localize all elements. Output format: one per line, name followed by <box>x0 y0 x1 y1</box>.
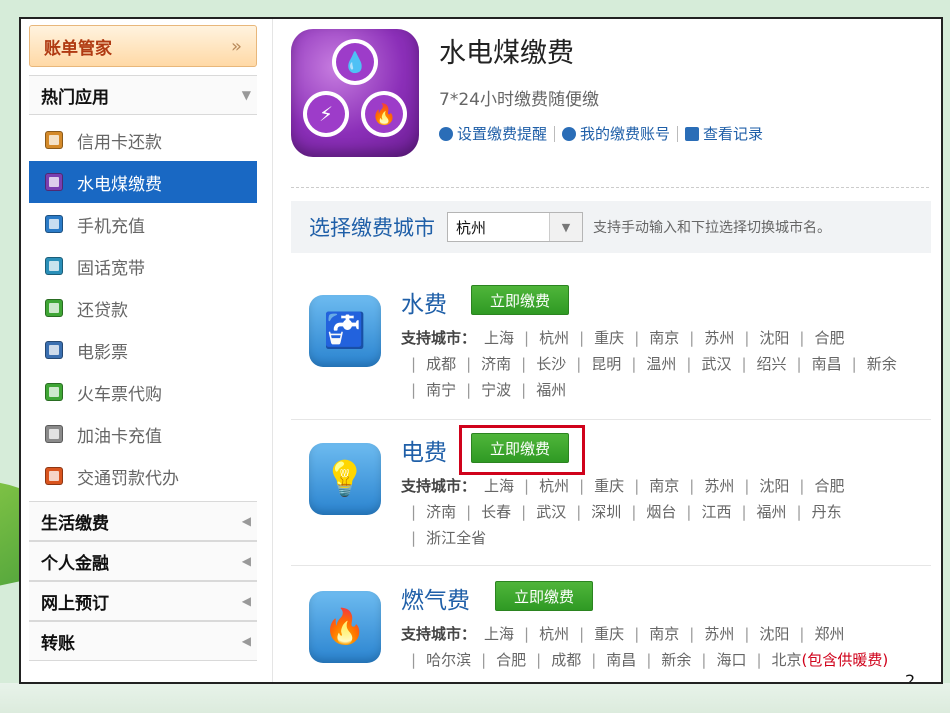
my-accounts-link[interactable]: 我的缴费账号 <box>562 123 670 144</box>
group-online-booking[interactable]: 网上预订 ◀ <box>29 581 257 621</box>
sidebar-item-label: 交通罚款代办 <box>77 468 179 489</box>
sidebar-item-broadband[interactable]: 固话宽带 <box>29 245 257 287</box>
heating-note: (包含供暖费) <box>801 651 889 669</box>
water-tap-icon: 🚰 <box>309 295 381 367</box>
triangle-left-icon: ◀ <box>241 514 251 528</box>
page-number: 2 <box>905 671 916 684</box>
chevron-down-icon[interactable]: ▼ <box>549 213 582 241</box>
city-selector-label: 选择缴费城市 <box>309 216 435 240</box>
sidebar-item-label: 还贷款 <box>77 300 128 321</box>
account-manager-button[interactable]: 账单管家 » <box>29 25 257 67</box>
sidebar-item-mobile-topup[interactable]: 手机充值 <box>29 203 257 245</box>
triangle-left-icon: ◀ <box>241 594 251 608</box>
sidebar-item-label: 信用卡还款 <box>77 132 162 153</box>
utilities-app-icon: 💧 ⚡ 🔥 <box>291 29 419 157</box>
sidebar-item-traffic-fine[interactable]: 交通罚款代办 <box>29 455 257 497</box>
train-icon <box>45 383 63 401</box>
sidebar-item-label: 火车票代购 <box>77 384 162 405</box>
supported-cities: 支持城市：上海杭州重庆南京苏州沈阳合肥 济南长春武汉深圳烟台江西福州丹东 浙江全… <box>401 473 901 551</box>
sidebar-item-label: 水电煤缴费 <box>77 174 162 195</box>
sidebar-item-label: 加油卡充值 <box>77 426 162 447</box>
sidebar-divider <box>272 19 273 682</box>
credit-card-icon <box>45 131 63 149</box>
sidebar-item-loan[interactable]: 还贷款 <box>29 287 257 329</box>
supported-cities: 支持城市：上海杭州重庆南京苏州沈阳合肥 成都济南长沙昆明温州武汉绍兴南昌新余 南… <box>401 325 901 403</box>
group-label: 网上预订 <box>41 593 109 614</box>
gas-flame-icon: 🔥 <box>309 591 381 663</box>
background-strip <box>0 683 950 713</box>
sidebar-item-label: 电影票 <box>77 342 128 363</box>
pay-now-button[interactable]: 立即缴费 <box>471 433 570 463</box>
sidebar-item-label: 手机充值 <box>77 216 145 237</box>
sidebar-item-utilities[interactable]: 水电煤缴费 <box>29 161 257 203</box>
sidebar-item-movie-ticket[interactable]: 电影票 <box>29 329 257 371</box>
document-icon <box>685 126 700 141</box>
group-transfer[interactable]: 转账 ◀ <box>29 621 257 661</box>
gear-icon <box>439 126 453 141</box>
film-icon <box>45 341 63 359</box>
service-divider <box>291 419 931 420</box>
sidebar-item-fuel-card[interactable]: 加油卡充值 <box>29 413 257 455</box>
supported-cities: 支持城市：上海杭州重庆南京苏州沈阳郑州 哈尔滨合肥成都南昌新余海口北京(包含供暖… <box>401 621 901 673</box>
city-select-value[interactable]: 杭州 <box>448 217 549 238</box>
hot-apps-menu: 信用卡还款 水电煤缴费 手机充值 固话宽带 还贷款 电影票 火车票代购 加油卡充… <box>29 115 257 501</box>
light-bulb-icon: 💡 <box>309 443 381 515</box>
sidebar: 账单管家 » 热门应用 ▼ 信用卡还款 水电煤缴费 手机充值 固话宽带 还贷款 … <box>29 25 257 682</box>
sidebar-item-label: 固话宽带 <box>77 258 145 279</box>
view-records-link[interactable]: 查看记录 <box>685 123 763 144</box>
sidebar-item-train-ticket[interactable]: 火车票代购 <box>29 371 257 413</box>
group-label: 个人金融 <box>41 553 109 574</box>
city-selector-bar: 选择缴费城市 杭州 ▼ 支持手动输入和下拉选择切换城市名。 <box>291 201 931 253</box>
triangle-down-icon: ▼ <box>241 88 251 102</box>
traffic-fine-icon <box>45 467 63 485</box>
group-label: 转账 <box>41 633 75 654</box>
double-chevron-icon: » <box>230 35 242 57</box>
service-name: 电费 <box>401 440 447 466</box>
triangle-left-icon: ◀ <box>241 634 251 648</box>
service-gas: 🔥 燃气费 立即缴费 支持城市：上海杭州重庆南京苏州沈阳郑州 哈尔滨合肥成都南昌… <box>291 571 931 682</box>
set-reminder-link[interactable]: 设置缴费提醒 <box>439 123 547 144</box>
service-name: 燃气费 <box>401 588 470 614</box>
header-links: 设置缴费提醒 我的缴费账号 查看记录 <box>439 123 763 144</box>
group-hot-apps-label: 热门应用 <box>41 87 109 108</box>
group-life-payment[interactable]: 生活缴费 ◀ <box>29 501 257 541</box>
city-select[interactable]: 杭州 ▼ <box>447 212 583 242</box>
service-water: 🚰 水费 立即缴费 支持城市：上海杭州重庆南京苏州沈阳合肥 成都济南长沙昆明温州… <box>291 275 931 415</box>
page-title: 水电煤缴费 <box>439 38 574 69</box>
group-label: 生活缴费 <box>41 513 109 534</box>
sidebar-item-credit-card[interactable]: 信用卡还款 <box>29 119 257 161</box>
service-divider <box>291 565 931 566</box>
fuel-card-icon <box>45 425 63 443</box>
screenshot-frame: 账单管家 » 热门应用 ▼ 信用卡还款 水电煤缴费 手机充值 固话宽带 还贷款 … <box>19 17 943 684</box>
service-electricity: 💡 电费 立即缴费 支持城市：上海杭州重庆南京苏州沈阳合肥 济南长春武汉深圳烟台… <box>291 423 931 563</box>
loan-icon <box>45 299 63 317</box>
triangle-left-icon: ◀ <box>241 554 251 568</box>
group-personal-finance[interactable]: 个人金融 ◀ <box>29 541 257 581</box>
utilities-icon <box>45 173 63 191</box>
page-subtitle: 7*24小时缴费随便缴 <box>439 90 599 110</box>
group-hot-apps[interactable]: 热门应用 ▼ <box>29 75 257 115</box>
user-icon <box>562 126 577 141</box>
service-name: 水费 <box>401 292 447 318</box>
pay-now-button[interactable]: 立即缴费 <box>495 581 594 611</box>
pay-now-button[interactable]: 立即缴费 <box>471 285 570 315</box>
telephone-icon <box>45 257 63 275</box>
header-divider <box>291 187 929 188</box>
mobile-phone-icon <box>45 215 63 233</box>
account-manager-label: 账单管家 <box>44 38 112 59</box>
city-hint: 支持手动输入和下拉选择切换城市名。 <box>593 220 831 236</box>
